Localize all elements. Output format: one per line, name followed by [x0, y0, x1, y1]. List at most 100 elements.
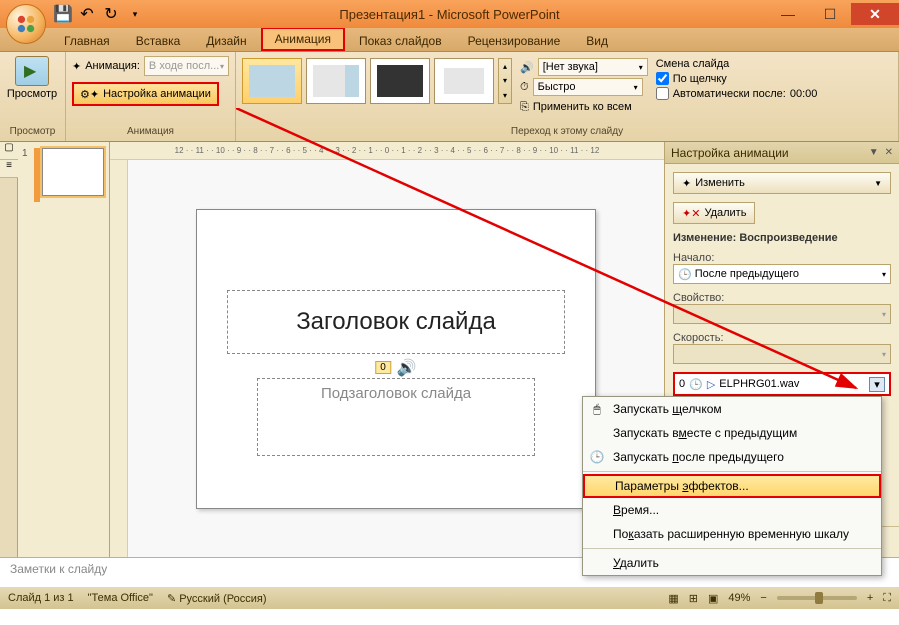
outline-tab-button[interactable]: ≡ [0, 160, 18, 178]
redo-icon[interactable]: ↻ [102, 5, 120, 23]
item-name: ELPHRG01.wav [719, 378, 799, 390]
gear-star-icon: ⚙✦ [80, 88, 99, 101]
transition-gallery: ▴▾▾ [242, 56, 512, 116]
menu-start-after-prev[interactable]: 🕒Запускать после предыдущего [583, 445, 881, 469]
zoom-in-icon[interactable]: + [867, 592, 873, 604]
save-icon[interactable]: 💾 [54, 5, 72, 23]
title-placeholder[interactable]: Заголовок слайда [227, 290, 565, 354]
view-slideshow-icon[interactable]: ▣ [708, 592, 718, 605]
slide-canvas[interactable]: Заголовок слайда 0 🔊 Подзаголовок слайда [196, 209, 596, 509]
slides-tab-button[interactable]: ▢ [0, 142, 18, 160]
lang-icon: ✎ [167, 593, 176, 605]
auto-after-checkbox[interactable] [656, 87, 669, 100]
zoom-out-icon[interactable]: − [760, 592, 766, 604]
tab-animation[interactable]: Анимация [261, 27, 345, 51]
item-index: 0 [679, 378, 685, 390]
tab-review[interactable]: Рецензирование [456, 31, 573, 51]
pane-dropdown-icon[interactable]: ▼ [869, 147, 879, 158]
tab-design[interactable]: Дизайн [194, 31, 258, 51]
preview-icon [15, 56, 49, 86]
speed-dropdown[interactable]: Быстро▾ [533, 78, 643, 96]
menu-start-with-prev[interactable]: Запускать вместе с предыдущим [583, 421, 881, 445]
view-normal-icon[interactable]: ▦ [668, 592, 678, 605]
start-dropdown[interactable]: 🕒 После предыдущего▾ [673, 264, 891, 284]
transition-more[interactable]: ▴▾▾ [498, 58, 512, 104]
ribbon-tabs: Главная Вставка Дизайн Анимация Показ сл… [0, 28, 899, 52]
title-bar: 💾 ↶ ↻ ▾ Презентация1 - Microsoft PowerPo… [0, 0, 899, 28]
status-slide: Слайд 1 из 1 [8, 592, 74, 604]
animation-dropdown[interactable]: В ходе посл...▾ [144, 56, 229, 76]
menu-timing[interactable]: Время... [583, 498, 881, 522]
thumb-canvas [42, 148, 104, 196]
preview-button[interactable]: Просмотр [6, 56, 58, 114]
slide-thumbnails: 1 [18, 142, 110, 557]
property-dropdown: ▾ [673, 304, 891, 324]
tab-home[interactable]: Главная [52, 31, 122, 51]
tab-view[interactable]: Вид [574, 31, 620, 51]
auto-after-label: Автоматически после: [673, 88, 786, 100]
animation-label: Анимация: [85, 60, 140, 72]
menu-start-on-click[interactable]: 🖱Запускать щелчком [583, 397, 881, 421]
zoom-slider[interactable] [777, 596, 857, 600]
office-button[interactable] [6, 4, 46, 44]
ribbon: Просмотр Просмотр ✦ Анимация: В ходе пос… [0, 52, 899, 142]
status-bar: Слайд 1 из 1 "Тема Office" ✎ Русский (Ро… [0, 587, 899, 609]
item-dropdown-button[interactable]: ▾ [869, 377, 885, 392]
speed-label-pane: Скорость: [673, 332, 891, 344]
animation-list-item[interactable]: 0 🕒 ▷ ELPHRG01.wav ▾ [673, 372, 891, 396]
start-label: Начало: [673, 252, 891, 264]
transition-thumb-4[interactable] [434, 58, 494, 104]
maximize-button[interactable]: ☐ [809, 3, 851, 25]
speed-icon: ⏱ [520, 81, 529, 94]
slide-thumb-1[interactable]: 1 [22, 148, 105, 202]
status-lang[interactable]: ✎ Русский (Россия) [167, 592, 267, 605]
minimize-button[interactable]: — [767, 3, 809, 25]
menu-show-timeline[interactable]: Показать расширенную временную шкалу [583, 522, 881, 546]
menu-effect-params[interactable]: Параметры эффектов... [583, 474, 881, 498]
ruler-vertical [110, 160, 128, 557]
transition-thumb-3[interactable] [370, 58, 430, 104]
group-transition-label: Переход к этому слайду [242, 124, 892, 139]
context-menu: 🖱Запускать щелчком Запускать вместе с пр… [582, 396, 882, 576]
auto-after-time[interactable]: 00:00 [790, 88, 834, 100]
menu-separator [583, 548, 881, 549]
fit-to-window-icon[interactable]: ⛶ [883, 592, 891, 605]
sound-icon: 🔊 [397, 358, 417, 378]
qat-more-icon[interactable]: ▾ [126, 5, 144, 23]
pane-close-icon[interactable]: ✕ [885, 147, 893, 158]
tab-insert[interactable]: Вставка [124, 31, 193, 51]
star-add-icon: ✦ [682, 177, 691, 190]
change-effect-button[interactable]: ✦Изменить▼ [673, 172, 891, 194]
quick-access-toolbar: 💾 ↶ ↻ ▾ [54, 5, 144, 23]
anim-order-tag: 0 [375, 361, 391, 374]
menu-remove[interactable]: Удалить [583, 551, 881, 575]
speed-dropdown-pane: ▾ [673, 344, 891, 364]
slide-number: 1 [22, 148, 32, 202]
status-theme: "Тема Office" [88, 592, 153, 604]
apply-to-all-button[interactable]: ⎘Применить ко всем [520, 98, 648, 116]
view-sorter-icon[interactable]: ⊞ [689, 592, 698, 605]
transition-thumb-2[interactable] [306, 58, 366, 104]
close-button[interactable]: ✕ [851, 3, 899, 25]
property-label: Свойство: [673, 292, 891, 304]
delete-effect-button[interactable]: ✦✕Удалить [673, 202, 755, 224]
on-click-label: По щелчку [673, 73, 727, 85]
custom-animation-button[interactable]: ⚙✦ Настройка анимации [72, 82, 219, 106]
modification-section-title: Изменение: Воспроизведение [673, 232, 891, 244]
on-click-checkbox[interactable] [656, 72, 669, 85]
slide-change-label: Смена слайда [656, 58, 786, 70]
slide-editor: 12 · · 11 · · 10 · · 9 · · 8 · · 7 · · 6… [110, 142, 664, 557]
group-preview-label: Просмотр [6, 124, 59, 139]
play-icon: ▷ [707, 378, 715, 391]
subtitle-placeholder[interactable]: Подзаголовок слайда [257, 378, 535, 456]
sound-dropdown[interactable]: [Нет звука]▾ [538, 58, 648, 76]
tab-slideshow[interactable]: Показ слайдов [347, 31, 454, 51]
play-indicator [34, 148, 40, 202]
menu-separator [583, 471, 881, 472]
window-title: Презентация1 - Microsoft PowerPoint [339, 7, 559, 22]
transition-none[interactable] [242, 58, 302, 104]
clock-icon: 🕒 [689, 378, 703, 391]
zoom-value[interactable]: 49% [728, 592, 750, 604]
undo-icon[interactable]: ↶ [78, 5, 96, 23]
mouse-icon: 🖱 [587, 402, 607, 417]
